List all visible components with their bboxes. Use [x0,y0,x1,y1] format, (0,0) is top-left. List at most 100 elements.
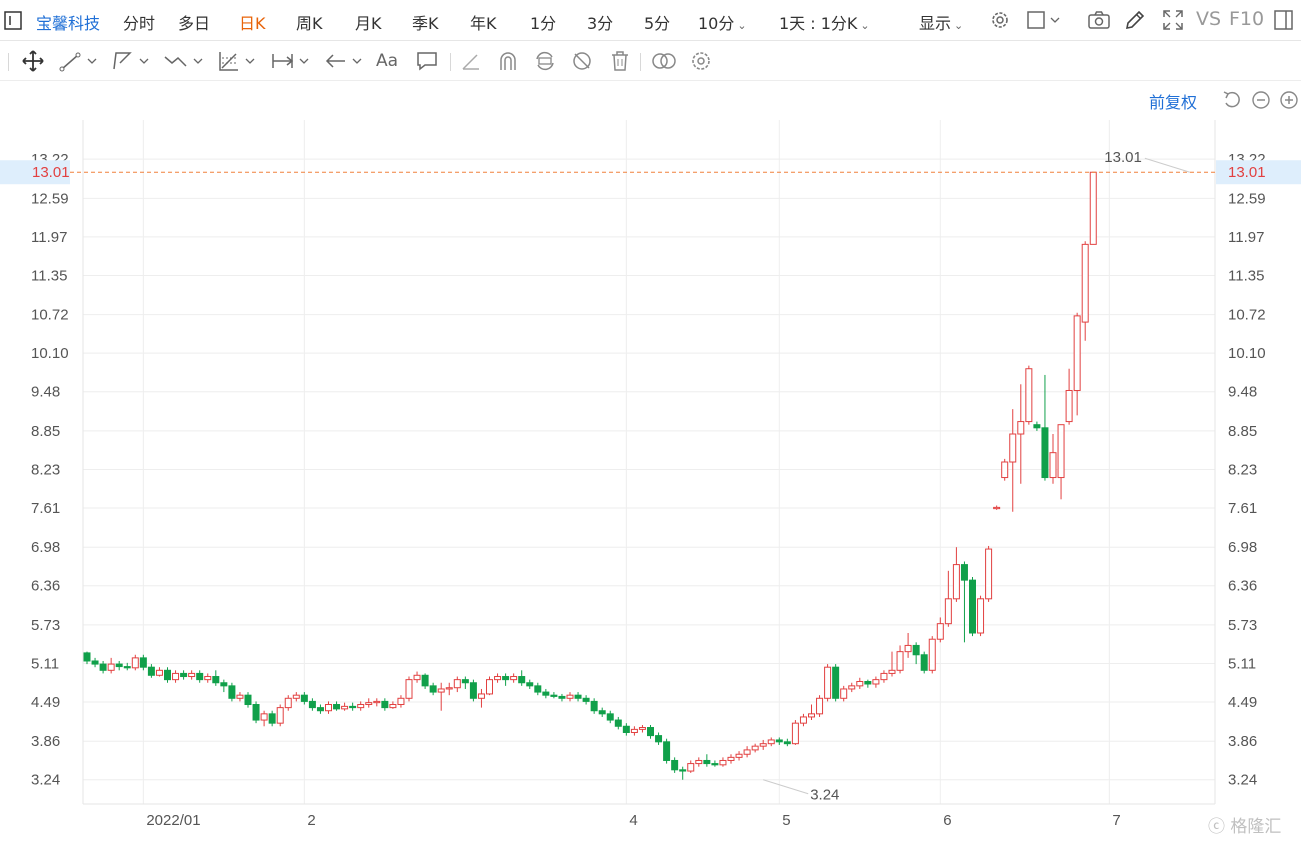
candle-body [638,727,646,730]
candle-body [260,713,268,721]
candle-body [83,652,91,662]
display-label: 显示 [919,14,952,33]
candle-body [655,735,663,743]
candle-body [896,651,904,671]
y-tick-label-left: 6.36 [31,578,60,595]
y-tick-label-left: 3.86 [31,733,60,750]
fullscreen-icon[interactable] [1161,8,1185,32]
comment-tool-icon[interactable] [415,49,439,73]
tab-quarterly-k[interactable]: 季K [412,10,439,34]
tab-multi-day[interactable]: 多日 [178,10,210,34]
candle-body [904,644,912,653]
tab-3min[interactable]: 3分 [587,10,613,34]
top-toolbar: 宝馨科技 分时 多日 日K 周K 月K 季K 年K 1分 3分 5分 10分 ⌄ … [0,0,1301,41]
tab-daily-k[interactable]: 日K [239,10,266,34]
candle-body [445,687,453,690]
magnet-icon[interactable] [496,49,520,73]
undo-icon[interactable] [1221,89,1243,111]
candle [292,692,300,702]
tab-weekly-k[interactable]: 周K [296,10,323,34]
candle-body [91,660,99,665]
zoom-out-icon[interactable] [1250,89,1272,111]
candle-body [566,694,574,699]
candle [220,679,228,693]
tab-1min[interactable]: 1分 [530,10,556,34]
candle-body [333,704,341,710]
gear-icon[interactable] [988,8,1012,32]
candle-body [308,700,316,709]
text-tool-icon[interactable]: Aa [376,49,402,73]
candle [622,723,630,736]
multi-period-select[interactable]: 1天 : 1分K ⌄ [779,10,870,34]
candle [711,760,719,767]
tab-5min[interactable]: 5分 [644,10,670,34]
f10-button[interactable]: F10 [1229,8,1264,30]
vs-button[interactable]: VS [1196,8,1221,30]
channel-tool-icon[interactable] [110,49,154,73]
candle-body [751,745,759,751]
zoom-in-icon[interactable] [1278,89,1300,111]
candle-body [510,676,518,681]
multi-period-label: 1天 : 1分K [779,14,858,33]
candle [574,692,582,702]
x-tick-label: 7 [1112,812,1120,829]
candle-body [848,685,856,690]
candle [349,702,357,711]
candle-body [99,663,107,671]
fibonacci-tool-icon[interactable] [216,49,260,73]
panel-toggle-icon[interactable] [1272,8,1296,32]
candle-body [799,716,807,724]
candle [308,698,316,711]
stock-name[interactable]: 宝馨科技 [36,10,100,34]
tab-yearly-k[interactable]: 年K [470,10,497,34]
wave-tool-icon[interactable] [162,49,208,73]
candle-body [928,638,936,671]
angle-tool-icon[interactable] [459,49,483,73]
y-tick-label-left: 9.48 [31,384,60,401]
display-select[interactable]: 显示 ⌄ [919,10,963,34]
candle [944,570,952,627]
compare-icon[interactable] [650,49,678,73]
candle-body [228,685,236,699]
tab-monthly-k[interactable]: 月K [355,10,382,34]
y-tick-label-left: 5.11 [31,655,59,672]
tab-10min[interactable]: 10分 ⌄ [698,10,747,34]
candle-body [582,697,590,702]
settings-icon[interactable] [689,49,713,73]
line-tool-icon[interactable] [58,49,102,73]
sync-icon[interactable] [533,49,557,73]
candle-body [164,669,171,681]
sidebar-toggle-icon[interactable] [2,9,26,33]
candle [558,693,566,702]
candle [791,720,799,745]
candlestick-chart[interactable]: 13.2212.5911.9711.3510.7210.109.488.858.… [0,112,1301,844]
x-tick-label: 4 [629,812,637,829]
extreme-annotations: 13.01 3.24 [763,149,1190,804]
candle [590,698,598,714]
hide-icon[interactable] [570,49,594,73]
move-icon[interactable] [21,49,45,73]
candle [276,704,284,727]
trash-icon[interactable] [608,49,632,73]
price-adjust-button[interactable]: 前复权 [1149,89,1197,113]
candle [180,670,188,680]
camera-icon[interactable] [1087,8,1111,32]
pencil-icon[interactable] [1123,8,1147,32]
candle-body [952,564,960,600]
candle [461,676,469,689]
x-axis: 2022/01 2 4 5 6 7 [146,812,1120,829]
candle [196,670,204,683]
candle-body [969,579,976,634]
y-tick-label-left: 7.61 [31,500,60,517]
candle [131,654,139,671]
candle-body [381,700,389,709]
arrow-tool-icon[interactable] [323,49,367,73]
candle-body [494,676,502,681]
candle-body [453,679,461,689]
candle [164,667,171,683]
measure-tool-icon[interactable] [270,49,314,73]
candle-body [220,682,228,687]
tab-fenshi[interactable]: 分时 [123,10,155,34]
layout-select[interactable] [1025,8,1065,32]
candle [284,695,292,711]
